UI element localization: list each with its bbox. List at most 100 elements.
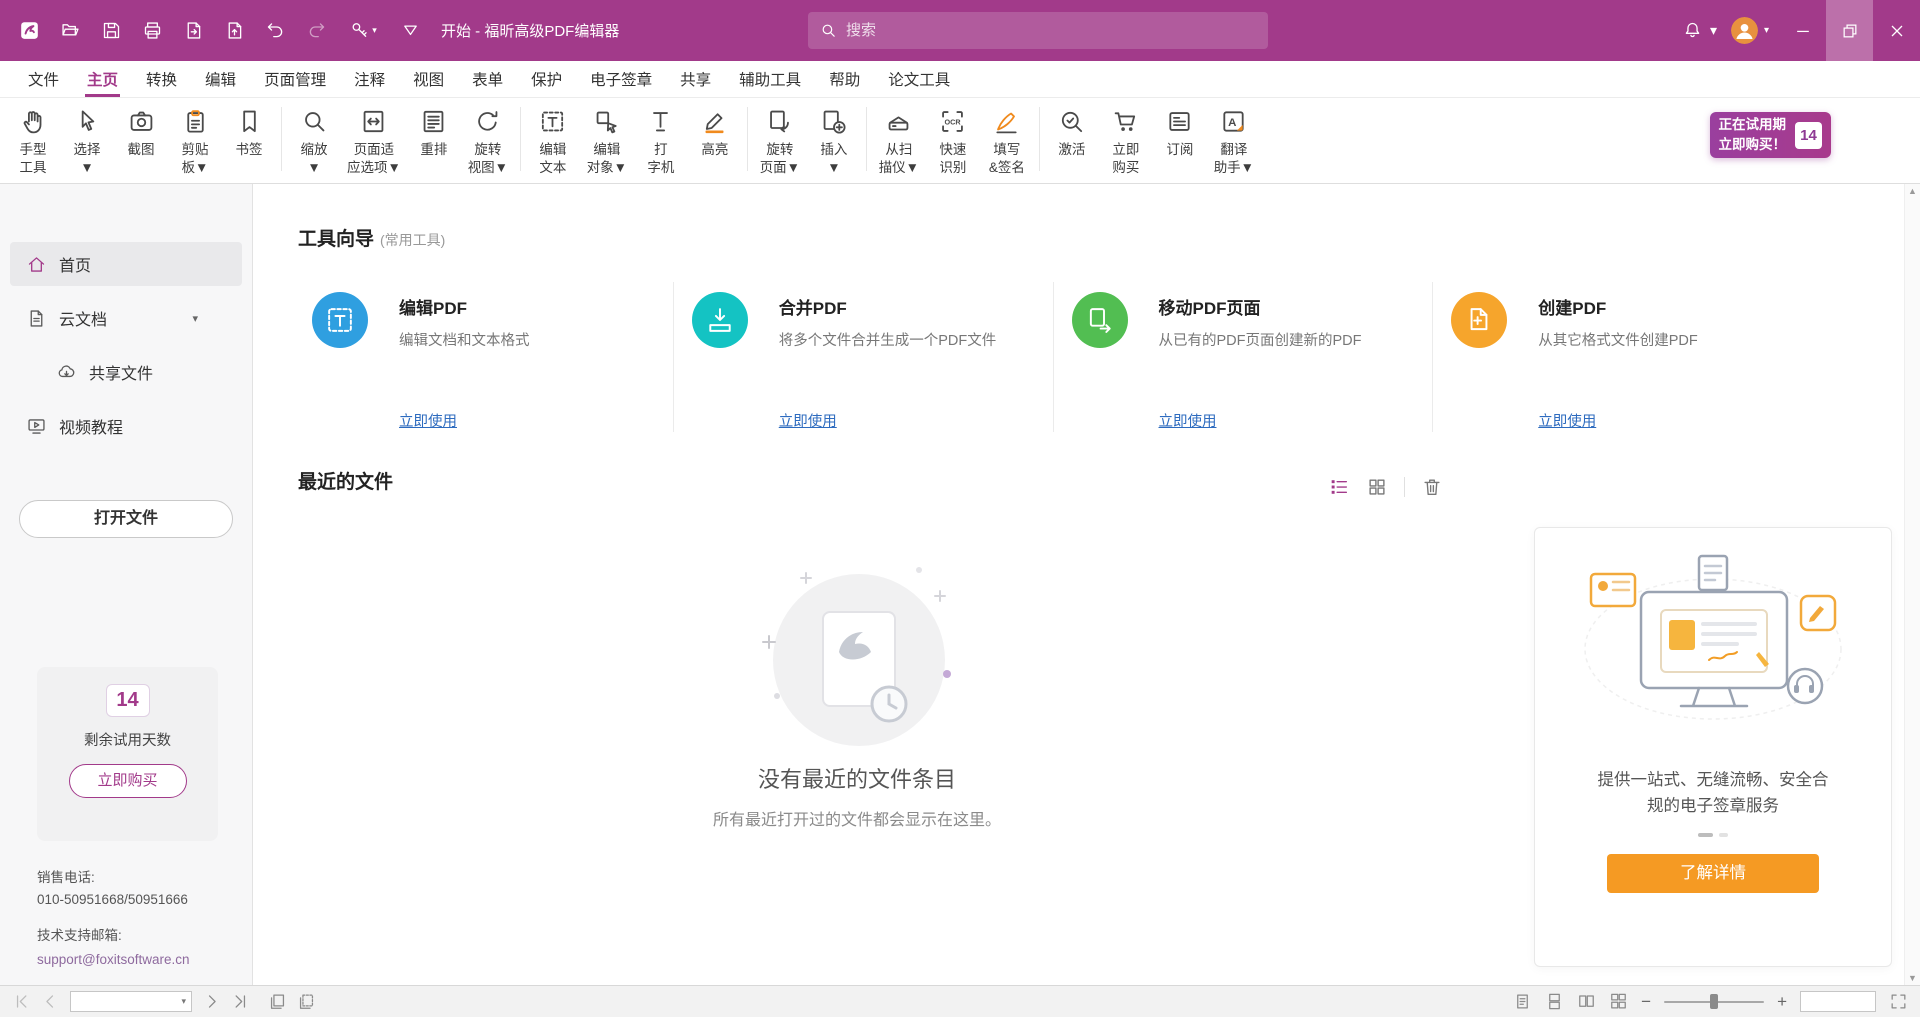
ribbon-button-clipboard[interactable]: 剪贴板▼ bbox=[168, 98, 222, 177]
ribbon-button-zoom[interactable]: 缩放▼ bbox=[287, 98, 341, 177]
ribbon-button-typewriter[interactable]: 打字机 bbox=[634, 98, 688, 177]
ribbon-button-activate[interactable]: 激活 bbox=[1045, 98, 1099, 177]
menu-protect[interactable]: 保护 bbox=[517, 61, 576, 97]
zoom-out-icon[interactable]: − bbox=[1641, 993, 1651, 1010]
tool-card-create-pdf[interactable]: 创建PDF 从其它格式文件创建PDF 立即使用 bbox=[1432, 282, 1812, 432]
ribbon-button-insert[interactable]: 插入▼ bbox=[807, 98, 861, 177]
sidebar-item-home[interactable]: 首页 bbox=[10, 242, 242, 286]
list-view-icon[interactable] bbox=[1328, 476, 1350, 498]
ribbon-button-bookmark[interactable]: 书签 bbox=[222, 98, 276, 177]
ribbon-button-fill-sign[interactable]: 填写&签名 bbox=[980, 98, 1034, 177]
use-now-link[interactable]: 立即使用 bbox=[779, 410, 837, 431]
menu-paper-tools[interactable]: 论文工具 bbox=[874, 61, 964, 97]
ribbon-button-from-scanner[interactable]: 从扫描仪▼ bbox=[872, 98, 926, 177]
ribbon-button-quick-ocr[interactable]: OCR 快速识别 bbox=[926, 98, 980, 177]
last-page-icon[interactable] bbox=[231, 992, 250, 1011]
use-now-link[interactable]: 立即使用 bbox=[399, 410, 457, 431]
menu-share[interactable]: 共享 bbox=[666, 61, 725, 97]
fit-screen-icon[interactable] bbox=[1889, 992, 1908, 1011]
tool-card-edit-pdf[interactable]: 编辑PDF 编辑文档和文本格式 立即使用 bbox=[298, 282, 673, 432]
page-dropdown-caret-icon[interactable]: ▾ bbox=[181, 996, 186, 1007]
minimize-button[interactable] bbox=[1779, 0, 1826, 61]
scroll-up-icon[interactable]: ▲ bbox=[1908, 186, 1917, 196]
facing-view-icon[interactable] bbox=[1577, 992, 1596, 1011]
single-page-view-icon[interactable] bbox=[1513, 992, 1532, 1011]
trial-banner[interactable]: 正在试用期 立即购买！ 14 bbox=[1710, 112, 1832, 158]
menu-file[interactable]: 文件 bbox=[14, 61, 73, 97]
menu-esign[interactable]: 电子签章 bbox=[576, 61, 666, 97]
search-input[interactable] bbox=[846, 22, 1256, 39]
zoom-slider[interactable] bbox=[1664, 994, 1764, 1009]
continuous-view-icon[interactable] bbox=[1545, 992, 1564, 1011]
print-icon[interactable] bbox=[135, 14, 169, 48]
ribbon-button-rotate-pages[interactable]: 旋转页面▼ bbox=[753, 98, 807, 177]
ribbon-button-screenshot[interactable]: 截图 bbox=[114, 98, 168, 177]
zoom-in-icon[interactable]: + bbox=[1777, 993, 1787, 1010]
support-email-link[interactable]: support@foxitsoftware.cn bbox=[37, 949, 190, 971]
ribbon-button-buy-now[interactable]: 立即购买 bbox=[1099, 98, 1153, 177]
ribbon-button-hand-tool[interactable]: 手型工具 bbox=[6, 98, 60, 177]
first-page-icon[interactable] bbox=[12, 992, 31, 1011]
user-avatar[interactable] bbox=[1731, 17, 1758, 44]
share-document-icon[interactable] bbox=[217, 14, 251, 48]
open-file-button[interactable]: 打开文件 bbox=[19, 500, 233, 538]
learn-more-button[interactable]: 了解详情 bbox=[1607, 854, 1819, 893]
expand-caret-icon[interactable]: ▾ bbox=[192, 312, 198, 325]
facing-continuous-view-icon[interactable] bbox=[1609, 992, 1628, 1011]
menu-page-management[interactable]: 页面管理 bbox=[250, 61, 340, 97]
page-number-box[interactable]: ▾ bbox=[70, 991, 192, 1012]
ribbon-button-translate-assistant[interactable]: A 翻译助手▼ bbox=[1207, 98, 1261, 177]
sidebar-item-shared-files[interactable]: 共享文件 bbox=[10, 350, 242, 394]
trash-icon[interactable] bbox=[1421, 476, 1443, 498]
undo-icon[interactable] bbox=[258, 14, 292, 48]
ribbon-button-select[interactable]: 选择▼ bbox=[60, 98, 114, 177]
promo-pagination-dots[interactable] bbox=[1535, 833, 1891, 837]
ribbon-button-reflow[interactable]: 重排 bbox=[407, 98, 461, 177]
zoom-percentage-box[interactable] bbox=[1800, 991, 1876, 1012]
menu-help[interactable]: 帮助 bbox=[815, 61, 874, 97]
redo-icon[interactable] bbox=[299, 14, 333, 48]
menu-form[interactable]: 表单 bbox=[458, 61, 517, 97]
ribbon-button-highlight[interactable]: 高亮 bbox=[688, 98, 742, 177]
menu-comment[interactable]: 注释 bbox=[340, 61, 399, 97]
close-button[interactable] bbox=[1873, 0, 1920, 61]
notifications-button[interactable]: ▾ bbox=[1676, 14, 1717, 48]
open-file-icon[interactable] bbox=[53, 14, 87, 48]
collapse-ribbon-icon[interactable] bbox=[393, 14, 427, 48]
ribbon-button-edit-object[interactable]: 编辑对象▼ bbox=[580, 98, 634, 177]
buy-now-button[interactable]: 立即购买 bbox=[69, 764, 187, 798]
sidebar-item-cloud-docs[interactable]: 云文档 ▾ bbox=[10, 296, 242, 340]
ribbon-button-edit-text[interactable]: 编辑文本 bbox=[526, 98, 580, 177]
tool-card-move-pdf-pages[interactable]: 移动PDF页面 从已有的PDF页面创建新的PDF 立即使用 bbox=[1053, 282, 1433, 432]
ribbon-button-page-fit-options[interactable]: 页面适应选项▼ bbox=[341, 98, 407, 177]
account-caret-icon[interactable]: ▾ bbox=[1764, 25, 1769, 36]
zoom-percentage-input[interactable] bbox=[1806, 994, 1870, 1008]
page-number-input[interactable] bbox=[76, 995, 177, 1009]
ribbon-button-rotate-view[interactable]: 旋转视图▼ bbox=[461, 98, 515, 177]
menu-edit[interactable]: 编辑 bbox=[191, 61, 250, 97]
scroll-down-icon[interactable]: ▼ bbox=[1908, 973, 1917, 983]
promo-dot[interactable] bbox=[1719, 833, 1728, 837]
use-now-link[interactable]: 立即使用 bbox=[1159, 410, 1217, 431]
menu-convert[interactable]: 转换 bbox=[132, 61, 191, 97]
esign-protect-icon[interactable]: ▾ bbox=[340, 14, 386, 48]
save-icon[interactable] bbox=[94, 14, 128, 48]
ribbon-button-subscribe[interactable]: 订阅 bbox=[1153, 98, 1207, 177]
tool-card-merge-pdf[interactable]: 合并PDF 将多个文件合并生成一个PDF文件 立即使用 bbox=[673, 282, 1053, 432]
snapshot-icon[interactable] bbox=[268, 992, 287, 1011]
zoom-slider-thumb[interactable] bbox=[1710, 994, 1718, 1009]
next-page-icon[interactable] bbox=[202, 992, 221, 1011]
restore-window-button[interactable] bbox=[1826, 0, 1873, 61]
content-scrollbar[interactable]: ▲ ▼ bbox=[1904, 184, 1920, 985]
use-now-link[interactable]: 立即使用 bbox=[1538, 410, 1596, 431]
sidebar-item-video-tutorials[interactable]: 视频教程 bbox=[10, 404, 242, 448]
promo-dot[interactable] bbox=[1698, 833, 1713, 837]
menu-view[interactable]: 视图 bbox=[399, 61, 458, 97]
menu-home[interactable]: 主页 bbox=[73, 61, 132, 97]
grid-view-icon[interactable] bbox=[1366, 476, 1388, 498]
menu-accessibility[interactable]: 辅助工具 bbox=[725, 61, 815, 97]
copy-page-icon[interactable] bbox=[297, 992, 316, 1011]
search-box[interactable] bbox=[808, 12, 1268, 49]
previous-page-icon[interactable] bbox=[41, 992, 60, 1011]
export-document-icon[interactable] bbox=[176, 14, 210, 48]
